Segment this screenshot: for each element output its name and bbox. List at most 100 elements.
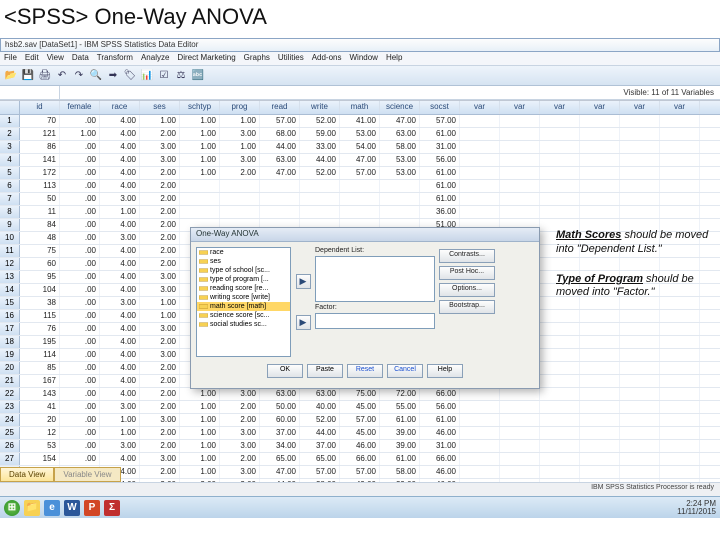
variable-item[interactable]: type of program [...: [197, 275, 290, 284]
cell[interactable]: 4.00: [100, 219, 140, 231]
cell[interactable]: [580, 167, 620, 179]
cell[interactable]: 63.00: [260, 154, 300, 166]
col-header[interactable]: write: [300, 101, 340, 114]
cell[interactable]: [540, 167, 580, 179]
cell[interactable]: .00: [60, 362, 100, 374]
variable-item[interactable]: social studies sc...: [197, 320, 290, 329]
cell[interactable]: [660, 414, 700, 426]
col-header[interactable]: var: [500, 101, 540, 114]
cell[interactable]: 47.00: [340, 154, 380, 166]
row-number[interactable]: 24: [0, 414, 20, 426]
start-icon[interactable]: ⊞: [4, 500, 20, 516]
cell[interactable]: [460, 453, 500, 465]
variable-item[interactable]: math score [math]: [197, 302, 290, 311]
col-header[interactable]: science: [380, 101, 420, 114]
cell[interactable]: 1.00: [180, 414, 220, 426]
cell[interactable]: [620, 336, 660, 348]
cell[interactable]: [660, 466, 700, 478]
cell[interactable]: [460, 193, 500, 205]
cell[interactable]: 3.00: [220, 388, 260, 400]
cell[interactable]: 60: [20, 258, 60, 270]
cell[interactable]: 61.00: [420, 193, 460, 205]
menu-view[interactable]: View: [47, 53, 64, 64]
cell[interactable]: [540, 154, 580, 166]
paste-button[interactable]: Paste: [307, 364, 343, 378]
row-number[interactable]: 25: [0, 427, 20, 439]
cell[interactable]: 47.00: [380, 115, 420, 127]
cell[interactable]: [620, 141, 660, 153]
cell[interactable]: 61.00: [420, 414, 460, 426]
cell[interactable]: 57.00: [420, 115, 460, 127]
menu-help[interactable]: Help: [386, 53, 402, 64]
cell[interactable]: [220, 193, 260, 205]
cell[interactable]: [580, 115, 620, 127]
cell[interactable]: [660, 336, 700, 348]
cell[interactable]: 3.00: [140, 271, 180, 283]
cell[interactable]: 141: [20, 154, 60, 166]
cell[interactable]: 38: [20, 297, 60, 309]
cell[interactable]: 154: [20, 453, 60, 465]
row-number[interactable]: 1: [0, 115, 20, 127]
cell[interactable]: [660, 206, 700, 218]
cell[interactable]: 85: [20, 362, 60, 374]
cell[interactable]: 1.00: [220, 115, 260, 127]
variable-item[interactable]: race: [197, 248, 290, 257]
move-to-dependent-button[interactable]: ▶: [296, 274, 311, 289]
cell[interactable]: 1.00: [180, 401, 220, 413]
row-number[interactable]: 26: [0, 440, 20, 452]
cell[interactable]: [660, 427, 700, 439]
cell[interactable]: 1.00: [180, 141, 220, 153]
cell[interactable]: 61.00: [380, 414, 420, 426]
cell[interactable]: [580, 388, 620, 400]
cell[interactable]: [340, 193, 380, 205]
cell[interactable]: 1.00: [180, 167, 220, 179]
cell[interactable]: [540, 375, 580, 387]
col-header[interactable]: socst: [420, 101, 460, 114]
cell[interactable]: 63.00: [300, 388, 340, 400]
cell[interactable]: [500, 414, 540, 426]
cell[interactable]: 61.00: [420, 167, 460, 179]
row-number[interactable]: 16: [0, 310, 20, 322]
menu-transform[interactable]: Transform: [97, 53, 133, 64]
cell[interactable]: 45.00: [340, 401, 380, 413]
cell[interactable]: [460, 414, 500, 426]
row-number[interactable]: 18: [0, 336, 20, 348]
menu-window[interactable]: Window: [349, 53, 377, 64]
cell[interactable]: [580, 414, 620, 426]
cell[interactable]: 44.00: [260, 141, 300, 153]
row-number[interactable]: 11: [0, 245, 20, 257]
chart-icon[interactable]: 📊: [140, 69, 154, 83]
cell[interactable]: 46.00: [420, 427, 460, 439]
cell[interactable]: 57.00: [300, 466, 340, 478]
cell[interactable]: .00: [60, 453, 100, 465]
cell[interactable]: [620, 180, 660, 192]
cell[interactable]: [540, 440, 580, 452]
row-number[interactable]: 2: [0, 128, 20, 140]
cell[interactable]: [460, 141, 500, 153]
cell[interactable]: 4.00: [100, 323, 140, 335]
cell[interactable]: 2.00: [140, 167, 180, 179]
cell[interactable]: 1.00: [220, 141, 260, 153]
open-icon[interactable]: 📂: [4, 69, 18, 83]
cell[interactable]: 4.00: [100, 336, 140, 348]
cell[interactable]: .00: [60, 297, 100, 309]
cell[interactable]: 45.00: [340, 427, 380, 439]
cell[interactable]: 61.00: [380, 453, 420, 465]
col-header[interactable]: read: [260, 101, 300, 114]
cell[interactable]: 104: [20, 284, 60, 296]
cell[interactable]: .00: [60, 206, 100, 218]
cell[interactable]: 115: [20, 310, 60, 322]
menu-add-ons[interactable]: Add-ons: [312, 53, 342, 64]
cell[interactable]: .00: [60, 336, 100, 348]
cell[interactable]: [300, 193, 340, 205]
cell[interactable]: [540, 466, 580, 478]
col-header[interactable]: var: [660, 101, 700, 114]
cell[interactable]: [540, 180, 580, 192]
cell[interactable]: [460, 167, 500, 179]
cell[interactable]: [660, 193, 700, 205]
cell[interactable]: 86: [20, 141, 60, 153]
cell[interactable]: [620, 440, 660, 452]
cell[interactable]: 2.00: [140, 388, 180, 400]
cell[interactable]: 3.00: [220, 154, 260, 166]
cell[interactable]: [460, 466, 500, 478]
